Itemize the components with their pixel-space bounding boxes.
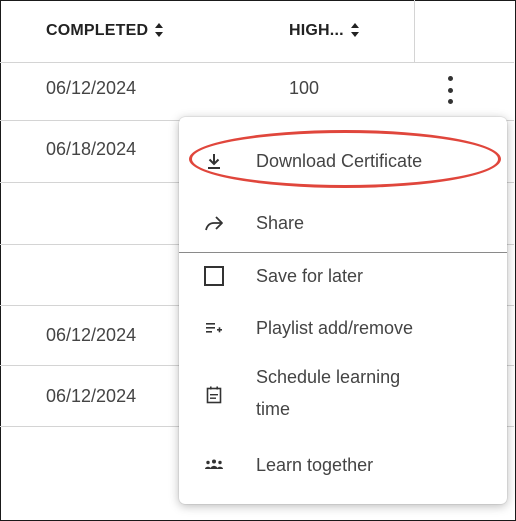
menu-divider — [179, 252, 507, 253]
cell-high: 100 — [289, 78, 320, 98]
column-header-high-label: HIGH... — [289, 22, 344, 39]
download-icon — [201, 148, 227, 174]
sort-icon[interactable] — [154, 22, 164, 39]
menu-item-download-certificate[interactable]: Download Certificate — [179, 139, 507, 183]
menu-item-label: Save for later — [256, 266, 364, 286]
share-icon — [201, 210, 227, 236]
table-row: 06/12/2024 100 — [0, 62, 514, 121]
menu-item-label: Download Certificate — [256, 151, 423, 171]
sort-icon[interactable] — [350, 22, 360, 39]
menu-item-label: Schedule learning — [256, 367, 401, 387]
playlist-add-icon — [201, 315, 227, 341]
calendar-icon — [201, 382, 227, 408]
cell-completed: 06/12/2024 — [46, 78, 137, 98]
cell-completed: 06/12/2024 — [46, 325, 137, 345]
menu-item-share[interactable]: Share — [179, 201, 507, 245]
menu-item-label: Playlist add/remove — [256, 318, 414, 338]
menu-item-save-for-later[interactable]: Save for later — [179, 254, 507, 298]
menu-item-playlist-add-remove[interactable]: Playlist add/remove — [179, 306, 507, 350]
column-header-completed-label: COMPLETED — [46, 22, 149, 39]
column-divider — [414, 0, 415, 62]
menu-item-learn-together[interactable]: Learn together — [179, 443, 507, 487]
menu-item-schedule-learning-time[interactable]: Schedule learning time — [179, 363, 507, 427]
menu-item-label-line2: time — [256, 399, 291, 419]
row-actions-menu: Download Certificate Share Save for late… — [179, 117, 507, 504]
cell-completed: 06/18/2024 — [46, 139, 137, 159]
group-icon — [201, 452, 227, 478]
checkbox-icon — [201, 263, 227, 289]
menu-item-label: Learn together — [256, 455, 374, 475]
column-header-high[interactable]: HIGH... — [289, 0, 360, 62]
menu-item-label: Share — [256, 213, 305, 233]
table-header: COMPLETED HIGH... — [0, 0, 514, 63]
cell-completed: 06/12/2024 — [46, 386, 137, 406]
column-header-completed[interactable]: COMPLETED — [46, 0, 164, 62]
more-options-icon[interactable] — [445, 76, 455, 104]
